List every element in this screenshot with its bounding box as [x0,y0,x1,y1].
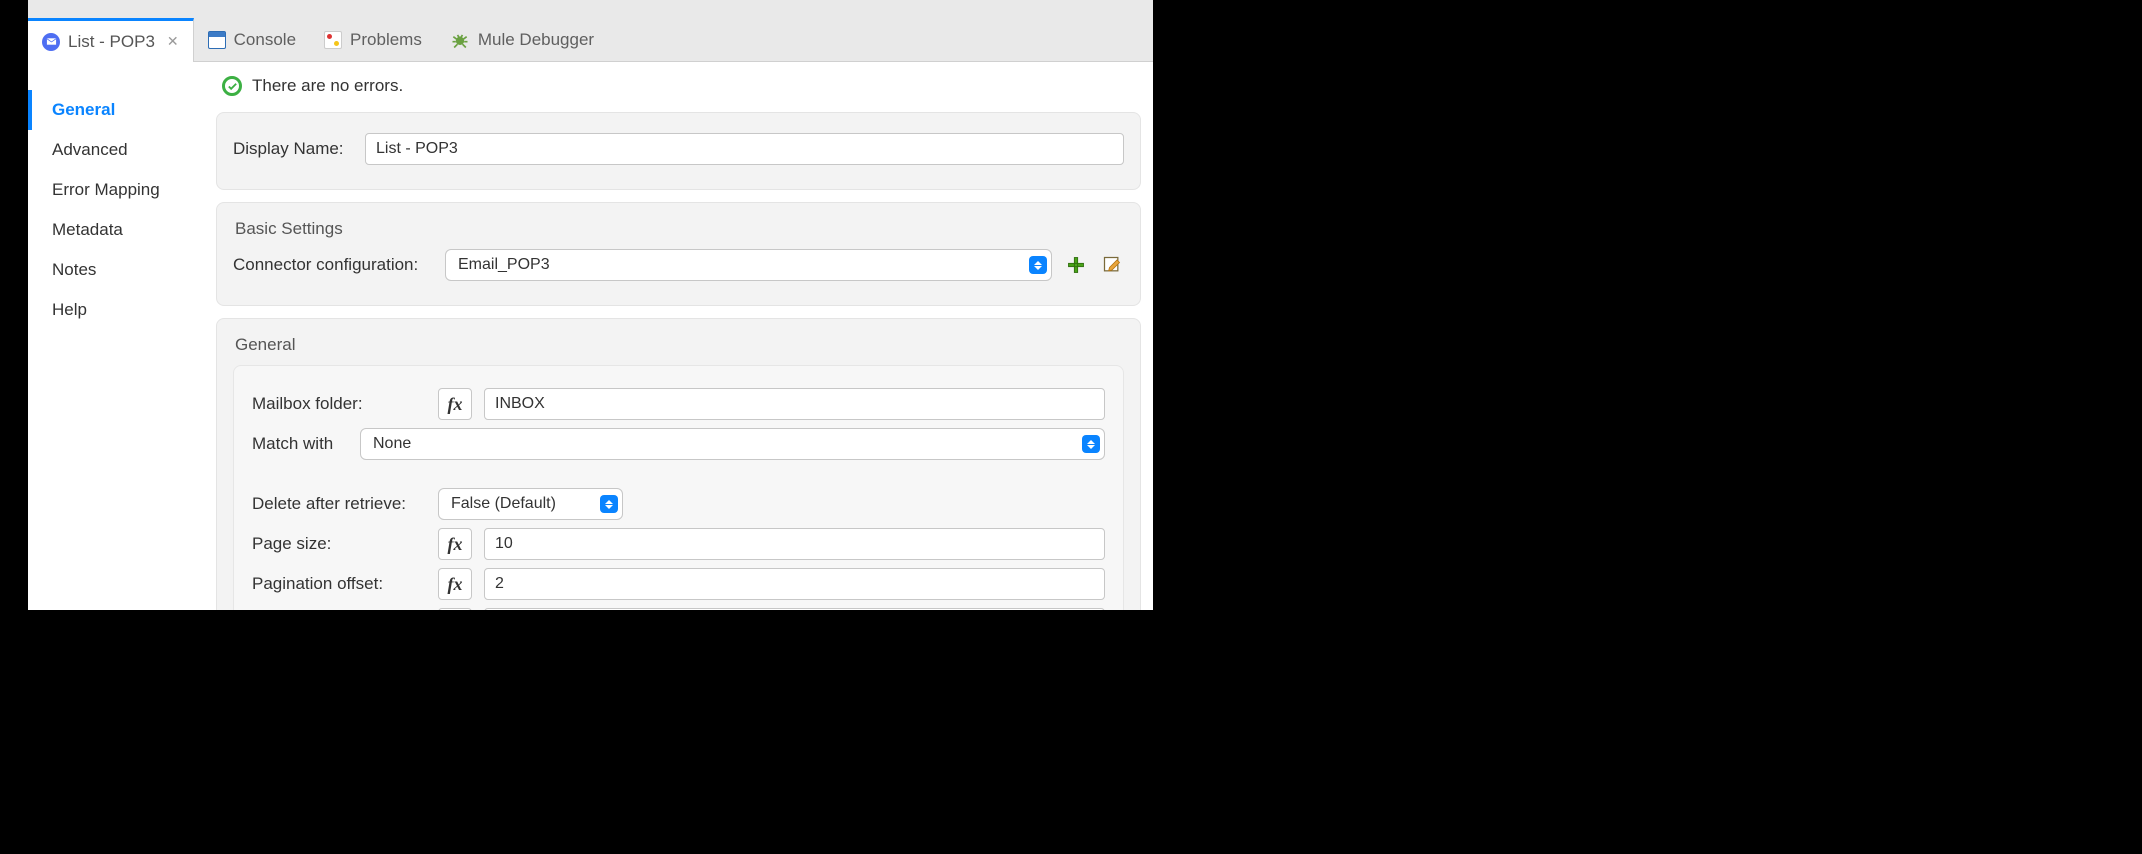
tab-label: Console [234,30,296,50]
tab-mule-debugger[interactable]: Mule Debugger [436,19,608,61]
sidebar: General Advanced Error Mapping Metadata … [28,62,208,610]
close-icon[interactable]: ✕ [167,33,179,50]
edit-config-button[interactable] [1100,253,1124,277]
pagination-offset-input[interactable] [484,568,1105,600]
tab-label: List - POP3 [68,32,155,52]
mailbox-folder-label: Mailbox folder: [252,394,426,414]
match-with-label: Match with [252,434,348,454]
mailbox-folder-input[interactable] [484,388,1105,420]
sidebar-item-notes[interactable]: Notes [28,250,208,290]
envelope-icon [42,33,60,51]
tab-label: Mule Debugger [478,30,594,50]
tab-label: Problems [350,30,422,50]
connector-config-select[interactable]: Email_POP3 [445,249,1052,281]
check-circle-icon [222,76,242,96]
tab-console[interactable]: Console [194,19,310,61]
connector-config-label: Connector configuration: [233,255,433,275]
delete-after-retrieve-select[interactable]: False (Default) [438,488,623,520]
tab-strip: List - POP3 ✕ Console Problems Mule Debu… [28,0,1153,62]
sidebar-item-general[interactable]: General [28,90,208,130]
basic-settings-title: Basic Settings [235,219,1124,239]
general-group: General Mailbox folder: fx Match with No… [216,318,1141,610]
console-icon [208,31,226,49]
fx-button[interactable]: fx [438,568,472,600]
add-config-button[interactable] [1064,253,1088,277]
bug-icon [450,30,470,50]
display-name-label: Display Name: [233,139,353,159]
chevron-updown-icon [1029,256,1047,274]
status-bar: There are no errors. [208,62,1153,108]
general-title: General [235,335,1124,355]
display-name-input[interactable] [365,133,1124,165]
delete-after-retrieve-label: Delete after retrieve: [252,494,426,514]
match-with-value: None [373,435,411,453]
sidebar-item-help[interactable]: Help [28,290,208,330]
display-name-group: Display Name: [216,112,1141,190]
page-size-label: Page size: [252,534,426,554]
properties-panel: There are no errors. Display Name: Basic… [208,62,1153,610]
chevron-updown-icon [1082,435,1100,453]
limit-input[interactable] [484,608,1105,610]
tab-problems[interactable]: Problems [310,19,436,61]
delete-after-retrieve-value: False (Default) [451,495,556,513]
basic-settings-group: Basic Settings Connector configuration: … [216,202,1141,306]
problems-icon [324,31,342,49]
match-with-select[interactable]: None [360,428,1105,460]
page-size-input[interactable] [484,528,1105,560]
fx-button[interactable]: fx [438,528,472,560]
sidebar-item-metadata[interactable]: Metadata [28,210,208,250]
pagination-offset-label: Pagination offset: [252,574,426,594]
fx-button[interactable]: fx [438,608,472,610]
tab-list-pop3[interactable]: List - POP3 ✕ [28,18,194,62]
fx-button[interactable]: fx [438,388,472,420]
sidebar-item-advanced[interactable]: Advanced [28,130,208,170]
sidebar-item-error-mapping[interactable]: Error Mapping [28,170,208,210]
status-message: There are no errors. [252,76,403,96]
chevron-updown-icon [600,495,618,513]
connector-config-value: Email_POP3 [458,256,550,274]
